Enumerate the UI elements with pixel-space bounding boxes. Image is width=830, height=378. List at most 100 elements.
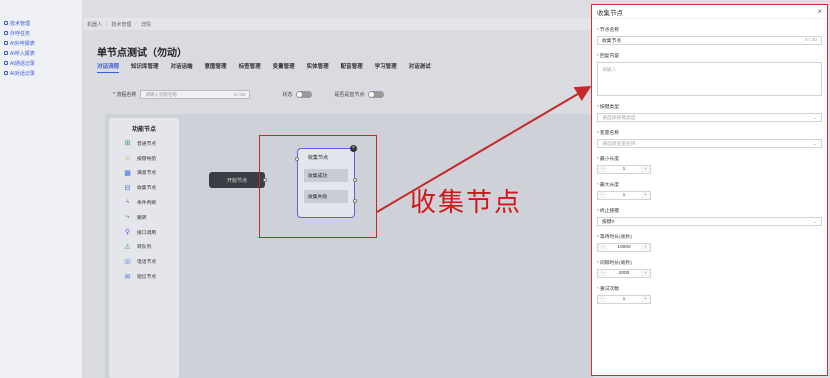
menu-icon — [4, 71, 8, 75]
status-label: 状态 — [282, 92, 293, 98]
decrement-button[interactable]: − — [598, 244, 607, 251]
wait-time-value[interactable]: 10000 — [607, 245, 641, 250]
function-node-item[interactable]: ☏ 电话节点 — [109, 254, 179, 269]
function-node-label: 接口调用 — [137, 230, 157, 236]
menu-icon — [4, 61, 8, 65]
decrement-button[interactable]: − — [598, 166, 607, 173]
tab-variables[interactable]: 变量管理 — [273, 62, 295, 73]
drawer-header: 收集节点 × — [592, 5, 827, 19]
node-name-input[interactable]: 收集节点 4 / 20 — [597, 36, 822, 45]
retry-count-value[interactable]: 1 — [607, 297, 641, 302]
interval-time-stepper[interactable]: − 2000 + — [597, 269, 651, 278]
status-toggle[interactable] — [296, 91, 313, 98]
key-type-label: *按键类型 — [597, 105, 620, 110]
sidebar-item-tech-manage[interactable]: 技术管理 — [0, 18, 82, 28]
function-node-item[interactable]: ☺ 按键导航 — [109, 151, 179, 166]
plus-node-icon: ⊞ — [124, 140, 131, 148]
interval-time-value[interactable]: 2000 — [607, 271, 641, 276]
chevron-down-icon: ⌄ — [812, 140, 817, 147]
sidebar-item-ai-inbound-report[interactable]: AI呼入报表 — [0, 48, 82, 58]
tab-intent[interactable]: 意图管理 — [205, 62, 227, 73]
tab-knowledge-base[interactable]: 知识库管理 — [131, 62, 159, 73]
sidebar-item-ai-call-records[interactable]: AI通话记录 — [0, 58, 82, 68]
sidebar-item-label: AI对话记录 — [10, 70, 35, 77]
key-type-placeholder: 请选择按键类型 — [602, 116, 636, 121]
decrement-button[interactable]: − — [598, 296, 607, 303]
drawer-title: 收集节点 — [597, 9, 623, 17]
chevron-down-icon: ⌄ — [812, 218, 817, 225]
highlight-box — [259, 135, 377, 238]
tab-tags[interactable]: 标签管理 — [239, 62, 261, 73]
function-node-item[interactable]: ⊟ 收集节点 — [109, 180, 179, 195]
reply-content-textarea[interactable]: 请输入 — [597, 62, 822, 96]
variable-name-label: *变量名称 — [597, 131, 620, 136]
menu-icon — [4, 51, 8, 55]
function-node-item[interactable]: ▦ 满意节点 — [109, 166, 179, 181]
tab-voice[interactable]: 配音管理 — [341, 62, 363, 73]
sidebar-item-label: AI呼入报表 — [10, 50, 35, 57]
increment-button[interactable]: + — [641, 244, 650, 251]
phone-icon: ☏ — [123, 258, 132, 266]
chevron-down-icon: ⌄ — [812, 114, 817, 121]
function-node-label: 满意节点 — [137, 171, 157, 177]
tab-dialog-test[interactable]: 对话测试 — [409, 62, 431, 73]
max-length-label: *最大长度 — [597, 183, 620, 188]
function-node-label: 电话节点 — [137, 260, 157, 266]
close-icon[interactable]: × — [817, 7, 822, 16]
function-node-label: 收集节点 — [137, 186, 157, 192]
menu-icon — [4, 21, 8, 25]
tab-entities[interactable]: 实体管理 — [307, 62, 329, 73]
inbox-icon: ⊟ — [124, 184, 131, 192]
menu-icon — [4, 31, 8, 35]
message-icon: ✉ — [124, 273, 131, 281]
sidebar-item-label: 外呼任务 — [10, 30, 31, 37]
wait-time-stepper[interactable]: − 10000 + — [597, 243, 651, 252]
retry-count-stepper[interactable]: − 1 + — [597, 295, 651, 304]
smile-icon: ☺ — [123, 154, 132, 162]
function-panel-title: 功能节点 — [131, 127, 156, 133]
tab-dialog-end[interactable]: 对话话端 — [171, 62, 193, 73]
function-node-label: 短信节点 — [137, 275, 157, 281]
function-node-item[interactable]: ⊞ 普通节点 — [109, 136, 179, 151]
stop-key-label: *终止按键 — [597, 209, 620, 214]
sidebar-item-ai-outbound-report[interactable]: AI外呼报表 — [0, 38, 82, 48]
increment-button[interactable]: + — [641, 166, 650, 173]
key-type-select[interactable]: 请选择按键类型 ⌄ — [597, 113, 822, 122]
variable-name-placeholder: 请选择变量名称 — [602, 142, 636, 147]
decrement-button[interactable]: − — [598, 192, 607, 199]
breadcrumb-item[interactable]: 技术管理 — [111, 21, 131, 28]
function-node-label: 按键导航 — [137, 156, 157, 162]
variable-name-select[interactable]: 请选择变量名称 ⌄ — [597, 139, 822, 148]
start-node[interactable]: 开始节点 — [209, 172, 265, 188]
first-node-toggle[interactable] — [368, 91, 385, 98]
sidebar-item-outbound-task[interactable]: 外呼任务 — [0, 28, 82, 38]
tab-learning[interactable]: 学习管理 — [375, 62, 397, 73]
max-length-stepper[interactable]: − 1 + — [597, 191, 651, 200]
increment-button[interactable]: + — [641, 192, 650, 199]
function-node-item[interactable]: ⚠ 转队列 — [109, 240, 179, 255]
stop-key-value: 按键# — [602, 220, 615, 225]
decrement-button[interactable]: − — [598, 270, 607, 277]
page-title: 单节点测试（勿动） — [97, 48, 187, 59]
flow-filters: * 流程名称 请输入流程名称 0 / 80 状态 是否是首节点 — [113, 90, 385, 99]
sidebar-item-label: 技术管理 — [10, 20, 31, 27]
min-length-stepper[interactable]: − 1 + — [597, 165, 651, 174]
increment-button[interactable]: + — [641, 270, 650, 277]
function-node-item[interactable]: ⤷ 跳转 — [109, 210, 179, 225]
stop-key-select[interactable]: 按键# ⌄ — [597, 217, 822, 226]
function-node-item[interactable]: ✉ 短信节点 — [109, 269, 179, 284]
breadcrumb-item[interactable]: 机器人 — [87, 21, 102, 28]
tab-dialog-flow[interactable]: 对话流程 — [97, 62, 120, 73]
sidebar-item-ai-dialog-records[interactable]: AI对话记录 — [0, 68, 82, 78]
function-node-item[interactable]: ⚲ 接口调用 — [109, 225, 179, 240]
max-length-value[interactable]: 1 — [607, 193, 641, 198]
start-node-label: 开始节点 — [226, 177, 247, 184]
increment-button[interactable]: + — [641, 296, 650, 303]
jump-icon: ⤷ — [125, 213, 130, 221]
flow-name-input[interactable]: 请输入流程名称 0 / 80 — [140, 90, 251, 99]
node-name-count: 4 / 20 — [804, 38, 817, 43]
min-length-value[interactable]: 1 — [607, 167, 641, 172]
function-node-item[interactable]: ⑃ 条件判断 — [109, 195, 179, 210]
node-config-drawer: 收集节点 × *节点名称 收集节点 4 / 20 *回复内容 请输入 *按键类型… — [591, 4, 828, 376]
reply-content-label: *回复内容 — [597, 54, 620, 59]
